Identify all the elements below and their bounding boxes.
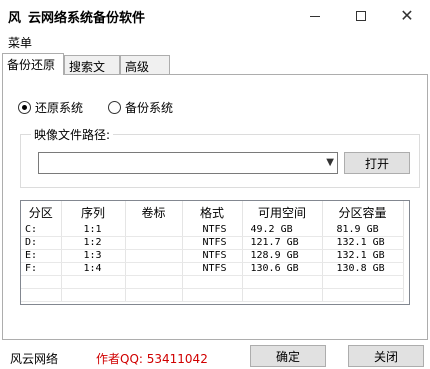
image-path-group: 映像文件路径: ▼ 打开 [20,126,420,188]
column-header-label[interactable]: 卷标 [125,201,183,223]
radio-label: 备份系统 [125,101,174,115]
cell-partition: D: [21,236,62,250]
radio-button[interactable] [18,101,31,114]
close-icon: ✕ [400,6,414,25]
close-window-button[interactable]: ✕ [384,0,430,32]
cell-free-space: 128.9 GB [242,249,323,263]
image-path-select[interactable]: ▼ [38,152,338,174]
cell-partition: C: [21,223,62,237]
cell-label [125,236,183,250]
author-qq: 作者QQ: 53411042 [96,352,208,366]
column-header-sequence[interactable]: 序列 [61,201,126,223]
radio-button[interactable] [108,101,121,114]
cell-sequence: 1:4 [61,262,126,276]
radio-restore-system[interactable]: 还原系统 [18,99,83,116]
tab-strip: 备份还原 搜索文件 高级 [0,53,430,91]
column-header-partition[interactable]: 分区 [21,201,62,223]
close-button[interactable]: 关闭 [348,345,424,367]
table-row[interactable]: F: 1:4 NTFS 130.6 GB 130.8 GB [21,262,404,276]
title-bar[interactable]: 风 云网络系统备份软件 ✕ [0,0,430,32]
table-row[interactable]: D: 1:2 NTFS 121.7 GB 132.1 GB [21,236,404,250]
window-title: 云网络系统备份软件 [28,11,146,26]
open-button[interactable]: 打开 [344,152,410,174]
maximize-icon [356,11,366,21]
tab-search-files[interactable]: 搜索文件 [64,55,120,91]
cell-capacity: 130.8 GB [322,262,404,276]
tab-backup-restore[interactable]: 备份还原 [2,53,64,75]
radio-backup-system[interactable]: 备份系统 [108,99,173,116]
column-header-capacity[interactable]: 分区容量 [322,201,404,223]
radio-label: 还原系统 [35,101,84,115]
menu-bar: 菜单 [0,32,430,50]
cell-sequence: 1:3 [61,249,126,263]
tab-advanced[interactable]: 高级 [120,55,170,75]
cell-format: NTFS [182,223,243,237]
chevron-down-icon[interactable]: ▼ [326,157,334,168]
table-row[interactable]: C: 1:1 NTFS 49.2 GB 81.9 GB [21,223,404,237]
cell-sequence: 1:2 [61,236,126,250]
table-header-row: 分区 序列 卷标 格式 可用空间 分区容量 [21,201,404,223]
cell-partition: F: [21,262,62,276]
cell-label [125,249,183,263]
tab-panel-backup-restore: 还原系统 备份系统 映像文件路径: ▼ 打开 分区 序列 卷标 格式 可用空间 … [2,74,428,340]
partition-table: 分区 序列 卷标 格式 可用空间 分区容量 C: 1:1 NTFS 49.2 G… [21,201,404,302]
table-row-empty [21,275,404,289]
cell-format: NTFS [182,262,243,276]
menu-item-main[interactable]: 菜单 [8,34,32,51]
cell-free-space: 121.7 GB [242,236,323,250]
partition-list[interactable]: 分区 序列 卷标 格式 可用空间 分区容量 C: 1:1 NTFS 49.2 G… [20,200,410,305]
minimize-icon [310,15,320,17]
table-row-empty [21,288,404,302]
cell-partition: E: [21,249,62,263]
table-row[interactable]: E: 1:3 NTFS 128.9 GB 132.1 GB [21,249,404,263]
cell-capacity: 81.9 GB [322,223,404,237]
cell-free-space: 130.6 GB [242,262,323,276]
cell-free-space: 49.2 GB [242,223,323,237]
column-header-format[interactable]: 格式 [182,201,243,223]
cell-format: NTFS [182,249,243,263]
cell-label [125,262,183,276]
ok-button[interactable]: 确定 [250,345,326,367]
cell-format: NTFS [182,236,243,250]
image-path-legend: 映像文件路径: [31,126,114,143]
cell-label [125,223,183,237]
cell-sequence: 1:1 [61,223,126,237]
minimize-button[interactable] [292,0,338,32]
maximize-button[interactable] [338,0,384,32]
cell-capacity: 132.1 GB [322,236,404,250]
app-icon: 风 [8,11,22,26]
cell-capacity: 132.1 GB [322,249,404,263]
app-window: 风 云网络系统备份软件 ✕ 菜单 备份还原 搜索文件 高级 还原系统 备份系统 … [0,0,430,369]
status-text: 风云网络 [10,352,59,366]
column-header-free-space[interactable]: 可用空间 [242,201,323,223]
